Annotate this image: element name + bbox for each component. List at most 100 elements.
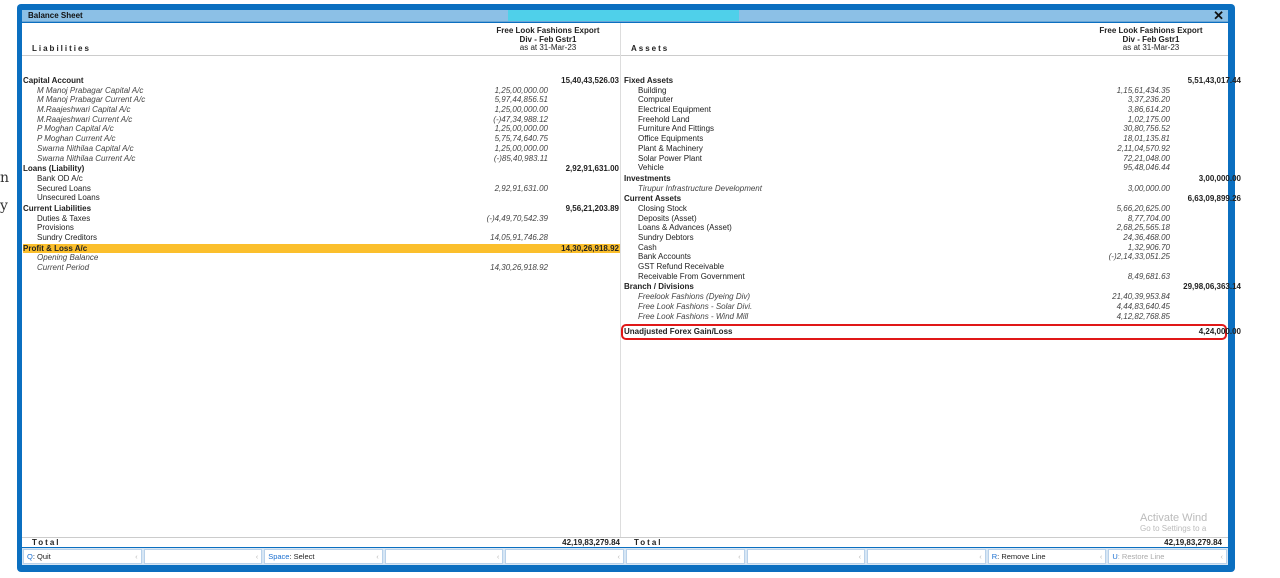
group-row[interactable]: Current Assets 6,63,09,899.26 (624, 194, 1241, 204)
footer-button-select[interactable]: Space: Select ‹ (264, 549, 383, 564)
footer-button-empty[interactable]: ‹ (867, 549, 986, 564)
footer-button-restoreline[interactable]: U: Restore Line ‹ (1108, 549, 1227, 564)
ledger-row[interactable]: Vehicle 95,48,046.44 (624, 163, 1224, 173)
ledger-row[interactable]: Sundry Creditors 14,05,91,746.28 (23, 233, 620, 243)
group-row[interactable]: Loans (Liability) 2,92,91,631.00 (23, 164, 620, 174)
total-label: Total (634, 538, 663, 547)
row-label: Current Liabilities (23, 203, 92, 213)
group-amount: 2,92,91,631.00 (565, 164, 619, 174)
ledger-row[interactable]: Secured Loans 2,92,91,631.00 (23, 184, 620, 194)
row-label: Bank OD A/c (37, 173, 83, 183)
ledger-row[interactable]: M Manoj Prabagar Capital A/c 1,25,00,000.… (23, 86, 620, 96)
ledger-row[interactable]: M.Raajeshwari Capital A/c 1,25,00,000.00 (23, 105, 620, 115)
sub-amount: (-)4,49,70,542.39 (486, 213, 548, 223)
ledger-row[interactable]: Building 1,15,61,434.35 (624, 86, 1224, 96)
row-label: Duties & Taxes (37, 213, 91, 223)
group-row[interactable]: Investments 3,00,000.00 (624, 173, 1241, 184)
row-label: Solar Power Plant (638, 153, 703, 163)
row-label: Profit & Loss A/c (23, 243, 88, 253)
row-label: Sundry Debtors (638, 233, 694, 242)
ledger-row[interactable]: Provisions (23, 223, 620, 233)
footer-button-removeline[interactable]: R: Remove Line ‹ (987, 549, 1107, 564)
row-label: Closing Stock (638, 203, 687, 213)
row-label: Building (638, 85, 667, 95)
row-label: Unadjusted Forex Gain/Loss (624, 327, 733, 337)
ledger-row[interactable]: Current Period 14,30,26,918.92 (23, 263, 620, 273)
ledger-row[interactable]: Unsecured Loans (23, 193, 620, 203)
row-label: Swarna Nithilaa Current A/c (37, 153, 136, 163)
ledger-row[interactable]: P Moghan Capital A/c 1,25,00,000.00 (23, 124, 620, 134)
ledger-row[interactable]: Free Look Fashions - Wind Mill 4,12,82,76… (624, 312, 1224, 322)
group-row[interactable]: Current Liabilities 9,56,21,203.89 (23, 204, 620, 214)
ledger-row[interactable]: Solar Power Plant 72,21,048.00 (624, 154, 1224, 164)
ledger-row[interactable]: Bank OD A/c (23, 174, 620, 184)
ledger-row[interactable]: Loans & Advances (Asset) 2,68,25,565.18 (624, 223, 1224, 233)
button-label: : Select (289, 552, 315, 561)
ledger-row[interactable]: Tirupur Infrastructure Development 3,00,0… (624, 184, 1224, 194)
ledger-row[interactable]: Swarna Nithilaa Capital A/c 1,25,00,000.0… (23, 144, 620, 154)
ledger-row[interactable]: Free Look Fashions - Solar Divi. 4,44,83,… (624, 302, 1224, 312)
ledger-row[interactable]: Closing Stock 5,66,20,625.00 (624, 204, 1224, 214)
ledger-row[interactable]: Sundry Debtors 24,36,468.00 (624, 233, 1224, 243)
row-label: Deposits (Asset) (638, 213, 697, 223)
sub-amount: 2,11,04,570.92 (1117, 143, 1170, 153)
report-body: Liabilities Free Look Fashions Export Di… (22, 23, 1241, 537)
row-label: Investments (624, 173, 671, 183)
ledger-row[interactable]: P Moghan Current A/c 5,75,74,640.75 (23, 134, 620, 144)
group-row[interactable]: Profit & Loss A/c 14,30,26,918.92 (23, 243, 620, 254)
ledger-row[interactable]: Receivable From Government 8,49,681.63 (624, 272, 1224, 282)
footer-button-empty[interactable]: ‹ (505, 549, 624, 564)
ledger-row[interactable]: Computer 3,37,236.20 (624, 95, 1224, 105)
ledger-row[interactable]: Duties & Taxes (-)4,49,70,542.39 (23, 214, 620, 224)
footer-button-empty[interactable]: ‹ (143, 549, 263, 564)
row-label: Current Period (37, 263, 90, 273)
ledger-row[interactable]: Office Equipments 18,01,135.81 (624, 134, 1224, 144)
ledger-row[interactable]: Cash 1,32,906.70 (624, 243, 1224, 253)
ledger-row[interactable]: Plant & Machinery 2,11,04,570.92 (624, 144, 1224, 154)
total-label: Total (32, 538, 61, 547)
sub-amount: 3,37,236.20 (1127, 95, 1170, 105)
ledger-row[interactable]: Deposits (Asset) 8,77,704.00 (624, 214, 1224, 224)
ledger-row[interactable]: M Manoj Prabagar Current A/c 5,97,44,856.… (23, 95, 620, 105)
liabilities-header: Liabilities Free Look Fashions Export Di… (22, 23, 620, 56)
ledger-row[interactable]: Freelook Fashions (Dyeing Div) 21,40,39,9… (624, 292, 1224, 302)
sub-amount: 1,25,00,000.00 (494, 105, 548, 115)
group-row[interactable]: Fixed Assets 5,51,43,017.44 (624, 76, 1241, 86)
sub-amount: 3,86,614.20 (1127, 105, 1170, 115)
sub-amount: 4,44,83,640.45 (1116, 301, 1170, 311)
group-row[interactable]: Capital Account 15,40,43,526.03 (23, 76, 620, 86)
ledger-row[interactable]: GST Refund Receivable (624, 262, 1224, 272)
background-text: y (0, 198, 8, 214)
shortcut-key: Space (268, 552, 290, 561)
sub-amount: 1,25,00,000.00 (494, 124, 548, 134)
sub-amount: 30,80,756.52 (1123, 124, 1170, 134)
sub-amount: 18,01,135.81 (1123, 134, 1170, 144)
sub-amount: 1,02,175.00 (1127, 114, 1170, 124)
sub-amount: 3,00,000.00 (1127, 183, 1170, 193)
chevron-icon: ‹ (135, 552, 138, 561)
footer-button-empty[interactable]: ‹ (746, 549, 866, 564)
row-label: Freehold Land (638, 114, 690, 124)
ledger-row[interactable]: Bank Accounts (-)2,14,33,051.25 (624, 252, 1224, 262)
ledger-row[interactable]: Freehold Land 1,02,175.00 (624, 115, 1224, 125)
chevron-icon: ‹ (617, 552, 620, 561)
footer-button-empty[interactable]: ‹ (625, 549, 745, 564)
ledger-row[interactable]: Swarna Nithilaa Current A/c (-)85,40,983.… (23, 154, 620, 164)
footer-button-empty[interactable]: ‹ (384, 549, 504, 564)
footer-button-quit[interactable]: Q: Quit ‹ (23, 549, 142, 564)
row-label: Current Assets (624, 194, 682, 204)
row-label: Office Equipments (638, 134, 704, 144)
sub-amount: 2,92,91,631.00 (494, 183, 548, 193)
chevron-icon: ‹ (738, 552, 741, 561)
ledger-row[interactable]: Opening Balance (23, 253, 620, 263)
ledger-row[interactable]: Electrical Equipment 3,86,614.20 (624, 105, 1224, 115)
group-row[interactable]: Unadjusted Forex Gain/Loss 4,24,000.00 (621, 324, 1241, 340)
group-amount: 4,24,000.00 (1198, 327, 1241, 337)
sub-amount: 8,77,704.00 (1127, 213, 1170, 223)
row-label: Electrical Equipment (638, 105, 711, 115)
close-icon[interactable]: ✕ (1213, 8, 1224, 24)
button-label: : Quit (32, 552, 51, 561)
group-row[interactable]: Branch / Divisions 29,98,06,363.14 (624, 282, 1241, 292)
ledger-row[interactable]: M.Raajeshwari Current A/c (-)47,34,988.12 (23, 115, 620, 125)
ledger-row[interactable]: Furniture And Fittings 30,80,756.52 (624, 124, 1224, 134)
